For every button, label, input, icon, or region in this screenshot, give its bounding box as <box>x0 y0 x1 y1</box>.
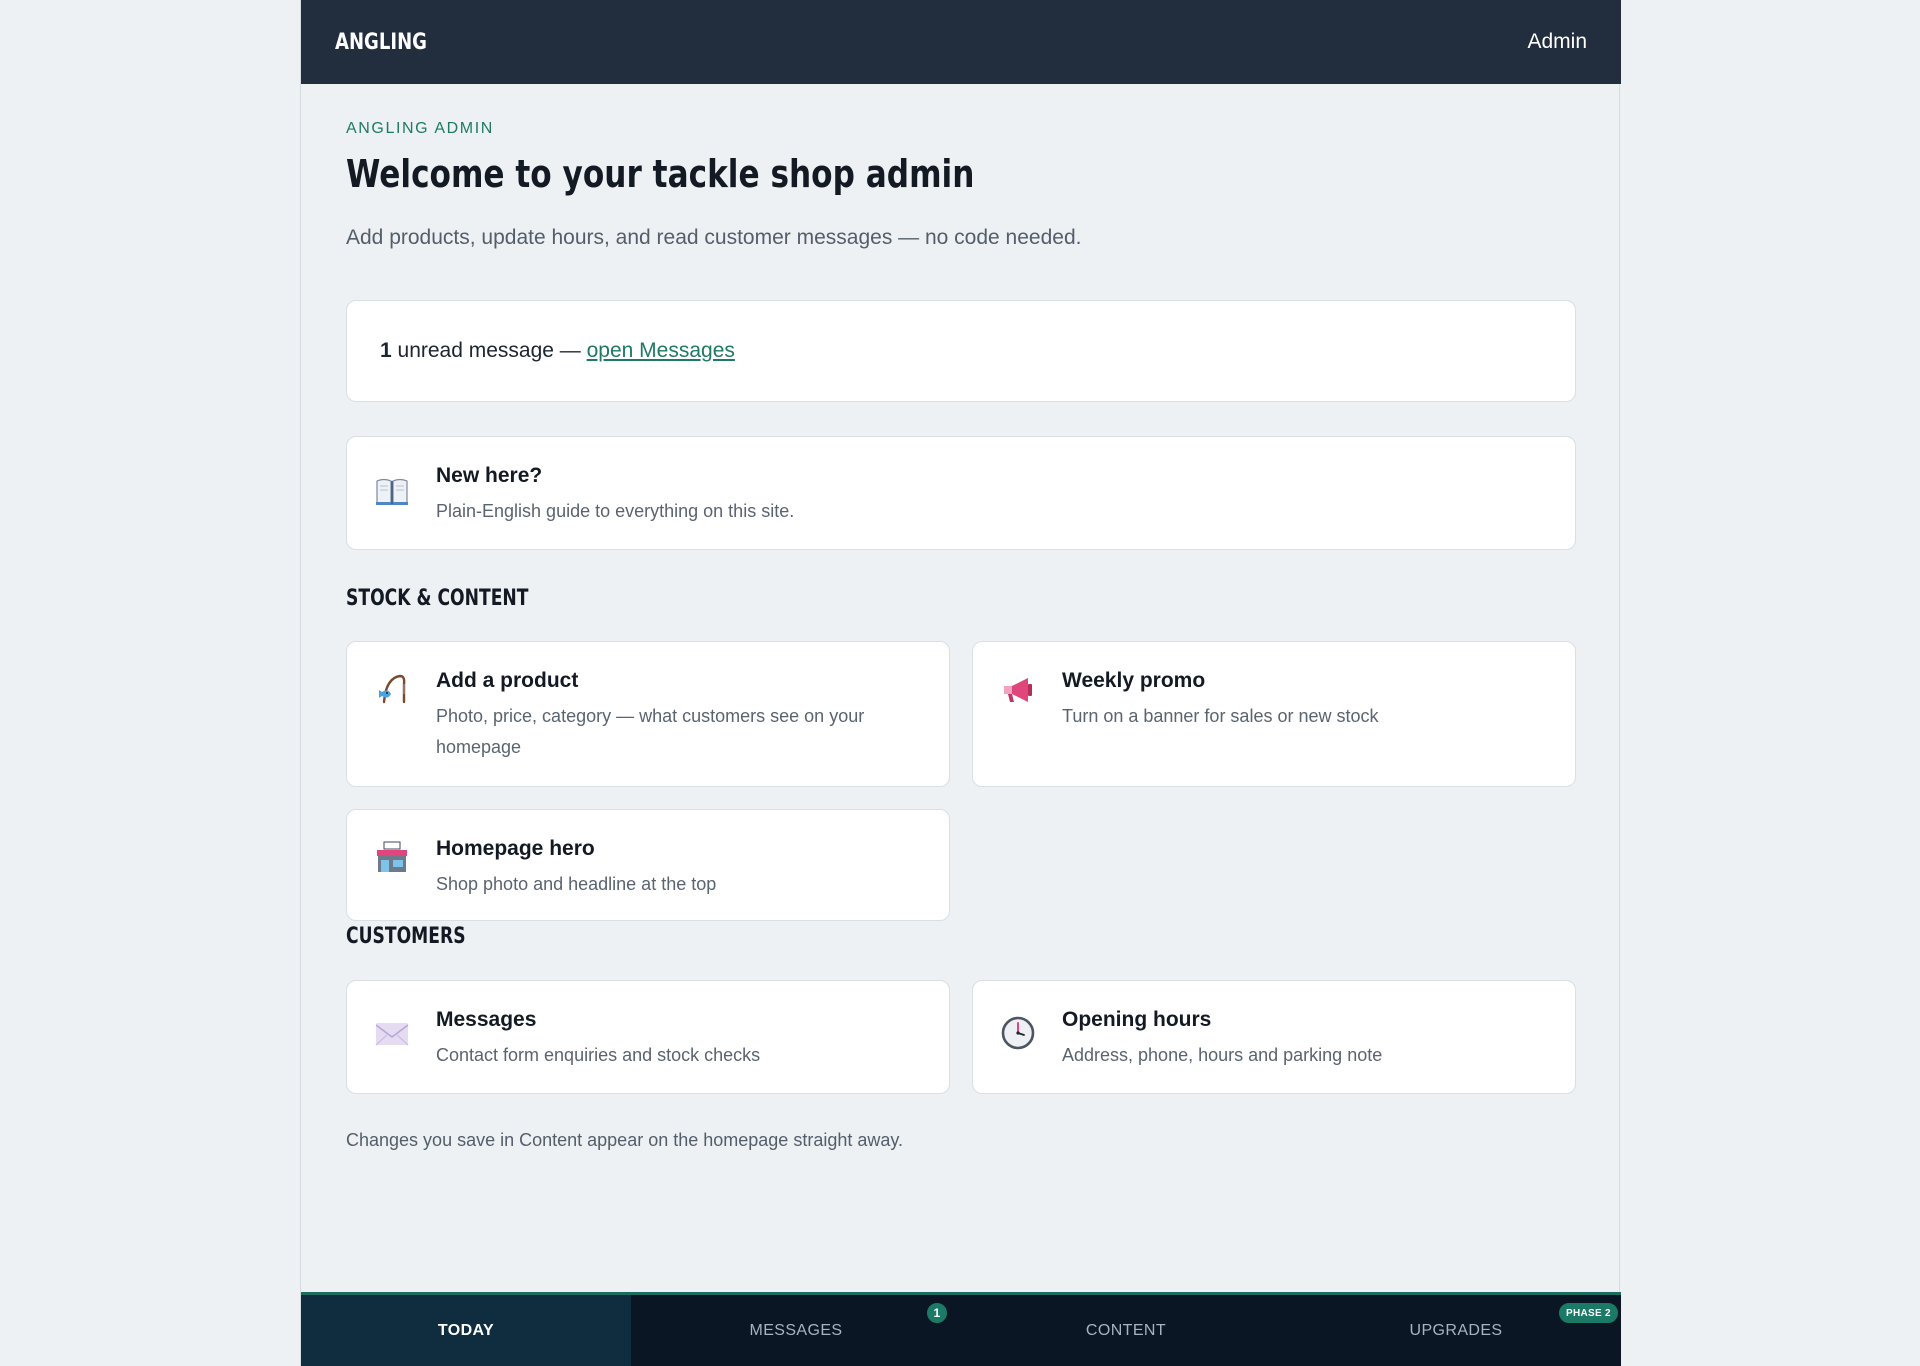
storefront-icon <box>377 841 407 872</box>
tab-messages[interactable]: MESSAGES 1 <box>631 1295 961 1366</box>
tile-add-product-desc: Photo, price, category — what customers … <box>436 706 865 757</box>
guide-card[interactable]: New here? Plain-English guide to everyth… <box>346 436 1576 550</box>
tab-content[interactable]: CONTENT <box>961 1295 1291 1366</box>
page-title: Welcome to your tackle shop admin <box>346 152 975 196</box>
tile-homepage-hero-title: Homepage hero <box>436 837 595 860</box>
tab-today[interactable]: TODAY <box>301 1295 631 1366</box>
open-messages-link[interactable]: open Messages <box>587 339 735 362</box>
megaphone-icon <box>1004 678 1032 702</box>
tab-messages-label: MESSAGES <box>749 1321 843 1339</box>
phase-badge: PHASE 2 <box>1557 1301 1620 1325</box>
unread-label: unread message — <box>391 339 587 362</box>
tile-messages-title: Messages <box>436 1008 537 1031</box>
section-heading-customers: CUSTOMERS <box>346 924 466 949</box>
tab-content-label: CONTENT <box>1085 1321 1167 1339</box>
app-frame: ANGLING Admin ANGLING ADMIN Welcome to y… <box>300 0 1621 1366</box>
tile-messages[interactable]: Messages Contact form enquiries and stoc… <box>346 980 950 1094</box>
brand-logo[interactable]: ANGLING <box>335 30 427 55</box>
tile-messages-desc: Contact form enquiries and stock checks <box>436 1045 761 1065</box>
tab-upgrades-label: UPGRADES <box>1409 1321 1503 1339</box>
unread-count: 1 <box>380 339 392 362</box>
footnote: Changes you save in Content appear on th… <box>346 1130 904 1150</box>
clock-icon <box>1001 1016 1035 1050</box>
page-eyebrow: ANGLING ADMIN <box>346 120 494 137</box>
tile-opening-hours-desc: Address, phone, hours and parking note <box>1062 1045 1383 1065</box>
admin-menu[interactable]: Admin <box>1527 30 1587 54</box>
tile-homepage-hero[interactable]: Homepage hero Shop photo and headline at… <box>346 809 950 921</box>
top-bar: ANGLING Admin <box>301 0 1621 84</box>
unread-messages-card: 1 unread message — open Messages <box>346 300 1576 402</box>
page-subtitle: Add products, update hours, and read cus… <box>346 226 1082 249</box>
tile-add-product-title: Add a product <box>436 669 579 692</box>
tab-upgrades[interactable]: UPGRADES PHASE 2 <box>1291 1295 1621 1366</box>
bottom-nav: TODAY MESSAGES 1 CONTENT UPGRADES PHASE … <box>301 1292 1621 1366</box>
tile-weekly-promo-desc: Turn on a banner for sales or new stock <box>1062 706 1379 726</box>
tile-opening-hours-title: Opening hours <box>1062 1008 1212 1031</box>
guide-desc: Plain-English guide to everything on thi… <box>436 501 795 521</box>
envelope-icon <box>375 1023 409 1046</box>
fishing-rod-icon <box>379 674 406 704</box>
tile-opening-hours[interactable]: Opening hours Address, phone, hours and … <box>972 980 1576 1094</box>
section-heading-stock: STOCK & CONTENT <box>346 586 529 611</box>
open-book-icon <box>376 478 408 505</box>
tile-weekly-promo-title: Weekly promo <box>1062 669 1206 692</box>
messages-count-badge: 1 <box>925 1301 949 1325</box>
tile-homepage-hero-desc: Shop photo and headline at the top <box>436 874 717 894</box>
unread-summary: 1 unread message — open Messages <box>380 339 735 363</box>
guide-title: New here? <box>436 464 543 487</box>
tile-weekly-promo[interactable]: Weekly promo Turn on a banner for sales … <box>972 641 1576 787</box>
tile-add-product[interactable]: Add a product Photo, price, category — w… <box>346 641 950 787</box>
tab-today-label: TODAY <box>437 1321 495 1339</box>
